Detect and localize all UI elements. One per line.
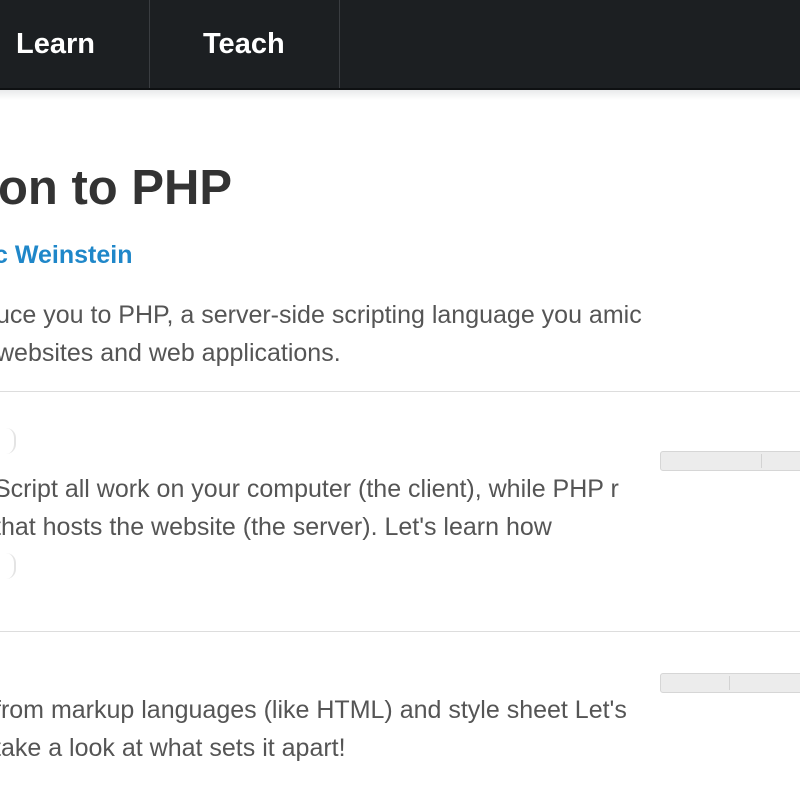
nav-separator bbox=[149, 0, 150, 88]
nav-separator bbox=[339, 0, 340, 88]
nav-teach-link[interactable]: Teach bbox=[203, 0, 285, 88]
lesson-2-progress-bar bbox=[660, 673, 800, 693]
lesson-text-fragment bbox=[0, 553, 16, 579]
course-author-link[interactable]: c Weinstein bbox=[0, 241, 132, 270]
nav-shadow bbox=[0, 90, 800, 100]
lesson-1-progress-bar bbox=[660, 451, 800, 471]
lesson-1-description: Script all work on your computer (the cl… bbox=[0, 475, 619, 541]
section-divider bbox=[0, 631, 800, 632]
progress-segment-divider bbox=[729, 676, 730, 690]
lesson-title-fragment bbox=[0, 428, 16, 454]
nav-learn-link[interactable]: Learn bbox=[16, 0, 95, 88]
lesson-2-description: from markup languages (like HTML) and st… bbox=[0, 696, 627, 762]
course-title: on to PHP bbox=[0, 161, 233, 215]
section-divider bbox=[0, 391, 800, 392]
top-nav-bar: Learn Teach bbox=[0, 0, 800, 90]
progress-segment-divider bbox=[761, 454, 762, 468]
course-description: uce you to PHP, a server-side scripting … bbox=[0, 301, 642, 367]
